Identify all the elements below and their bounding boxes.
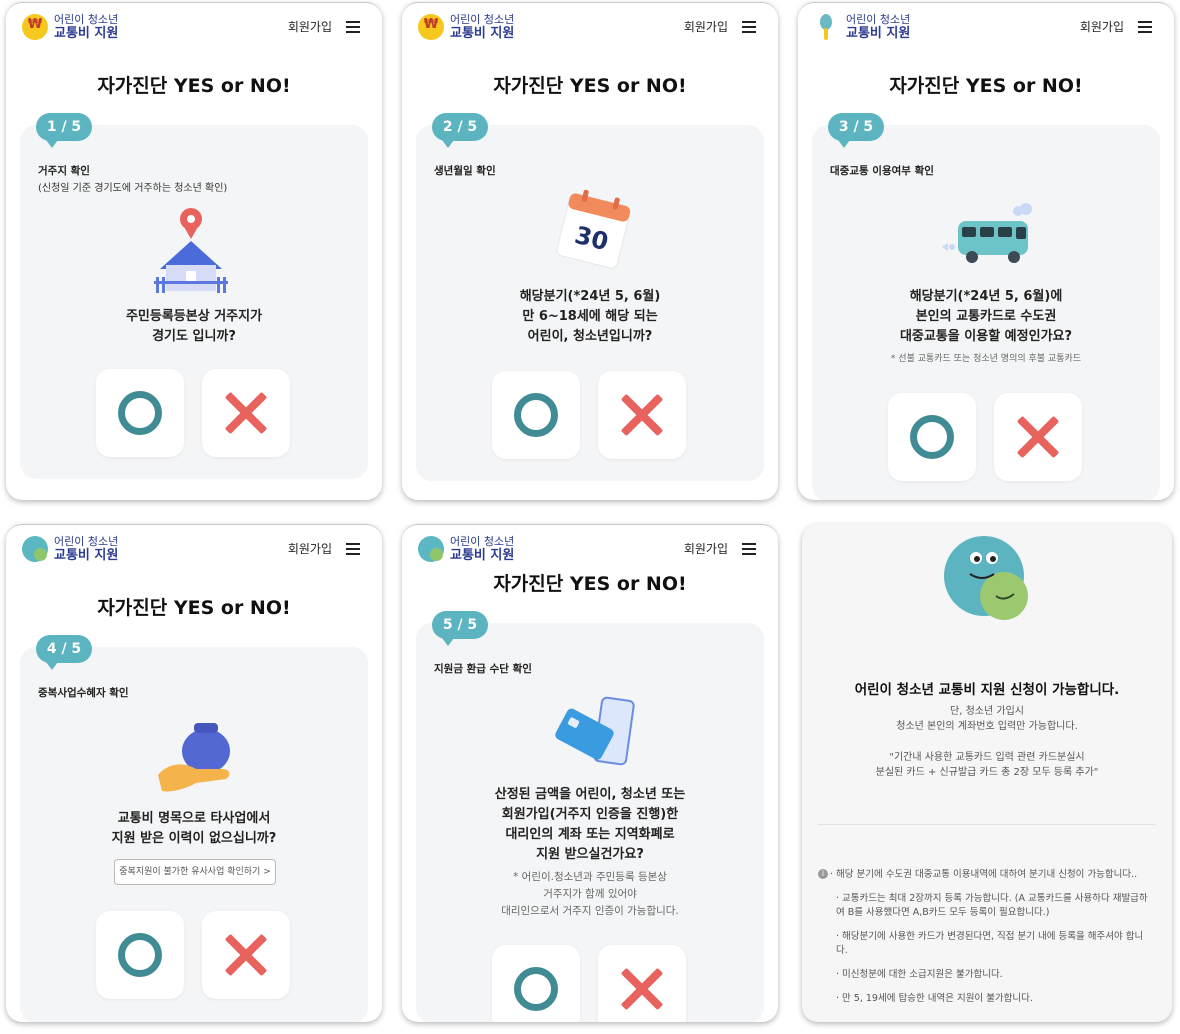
result-note: 단, 청소년 가입시 청소년 본인의 계좌번호 입력만 가능합니다. [896,706,1078,732]
logo-line2: 교통비 지원 [54,548,119,563]
panel-result: 어린이 청소년 교통비 지원 신청이 가능합니다. 단, 청소년 가입시 청소년 … [802,524,1172,1022]
join-link[interactable]: 회원가입 [684,18,728,35]
mascot-icon [944,536,1028,620]
question-label: 대중교통 이용여부 확인 [830,165,934,177]
no-button[interactable] [202,369,290,457]
logo-line1: 어린이 청소년 [450,535,515,548]
panel-step-2: ₩ 어린이 청소년 교통비 지원 회원가입 자가진단 YES or NO! 생년… [402,2,778,500]
logo-line1: 어린이 청소년 [54,13,119,26]
question-card: 대중교통 이용여부 확인 해당분기(*24년 5, 6월)에 본인의 교통카드로 … [812,125,1160,500]
logo[interactable]: ₩ 어린이 청소년 교통비 지원 [22,13,132,43]
no-button[interactable] [994,393,1082,481]
question-text: 주민등록등본상 거주지가 경기도 입니까? [125,309,263,344]
header: 어린이 청소년 교통비 지원 회원가입 [6,525,382,571]
page-title: 자가진단 YES or NO! [97,597,291,619]
page-title: 자가진단 YES or NO! [493,573,687,595]
yes-button[interactable] [492,945,580,1022]
join-link[interactable]: 회원가입 [288,540,332,557]
logo-line1: 어린이 청소년 [54,535,119,548]
question-card: 생년월일 확인 30 해당분기(*24년 5, 6월) 만 6~18세에 해당 되… [416,125,764,481]
question-sublabel: (신청일 기준 경기도에 거주하는 청소년 확인) [38,183,228,194]
logo-line1: 어린이 청소년 [450,13,515,26]
header: 어린이 청소년 교통비 지원 회원가입 [402,525,778,571]
question-note: * 어린이.청소년과 주민등록 등본상 거주지가 함께 있어야 대리인으로서 거주지… [501,871,679,917]
hamburger-menu-icon[interactable] [346,21,360,33]
no-button[interactable] [598,945,686,1022]
panel-step-1: ₩ 어린이 청소년 교통비 지원 회원가입 자가진단 YES or NO! 거주… [6,2,382,500]
info-item: · 해당 분기에 수도권 대중교통 이용내역에 대하여 분기내 신청이 가능합니… [830,869,1138,880]
yes-button[interactable] [492,371,580,459]
question-text: 해당분기(*24년 5, 6월)에 본인의 교통카드로 수도권 대중교통을 이용할 … [899,289,1073,344]
panel-step-3: 어린이 청소년 교통비 지원 회원가입 자가진단 YES or NO! 대중교통… [798,2,1174,500]
yes-button[interactable] [888,393,976,481]
calendar-icon: 30 [556,189,631,269]
step-badge: 1 / 5 [36,113,92,148]
divider [818,824,1156,825]
mascot-logo-icon [418,536,444,562]
logo[interactable]: 어린이 청소년 교통비 지원 [814,13,924,43]
question-label: 생년월일 확인 [434,165,496,177]
money-bag-hand-icon [158,723,230,792]
info-item: · 미신청분에 대한 소급지원은 불가합니다. [836,969,1003,980]
page-title: 자가진단 YES or NO! [97,75,291,97]
logo[interactable]: 어린이 청소년 교통비 지원 [418,535,528,565]
yes-button[interactable] [96,369,184,457]
hamburger-menu-icon[interactable] [742,21,756,33]
hamburger-menu-icon[interactable] [1138,21,1152,33]
question-card: 중복사업수혜자 확인 교통비 명목으로 타사업에서 지원 받은 이력이 없으십니까… [20,647,368,1022]
yes-button[interactable] [96,911,184,999]
step-badge: 4 / 5 [36,635,92,670]
question-note: * 선불 교통카드 또는 청소년 명의의 후불 교통카드 [890,354,1082,364]
logo[interactable]: 어린이 청소년 교통비 지원 [22,535,132,565]
logo-line2: 교통비 지원 [450,26,515,41]
no-button[interactable] [598,371,686,459]
coin-logo-icon: ₩ [418,14,444,40]
step-badge: 5 / 5 [432,611,488,646]
header: 어린이 청소년 교통비 지원 회원가입 [798,3,1174,49]
header: ₩ 어린이 청소년 교통비 지원 회원가입 [402,3,778,49]
join-link[interactable]: 회원가입 [684,540,728,557]
question-text: 산정된 금액을 어린이, 청소년 또는 회원가입(거주지 인증을 진행)한 대리인의… [494,787,686,862]
card-phone-icon [555,696,635,766]
mascot-logo-icon [22,536,48,562]
question-card: 거주지 확인 (신청일 기준 경기도에 거주하는 청소년 확인) 주민등록등본상… [20,125,368,479]
step-badge: 3 / 5 [828,113,884,148]
join-link[interactable]: 회원가입 [1080,18,1124,35]
info-icon: i [818,869,828,879]
logo-line2: 교통비 지원 [450,548,515,563]
logo-line1: 어린이 청소년 [846,13,911,26]
question-text: 해당분기(*24년 5, 6월) 만 6~18세에 해당 되는 어린이, 청소년입니… [519,289,661,344]
logo-line2: 교통비 지원 [846,26,911,41]
header: ₩ 어린이 청소년 교통비 지원 회원가입 [6,3,382,49]
question-label: 지원금 환급 수단 확인 [434,663,532,675]
hamburger-menu-icon[interactable] [346,543,360,555]
question-text: 교통비 명목으로 타사업에서 지원 받은 이력이 없으십니까? [111,811,277,846]
similar-program-link-button[interactable]: 중복지원이 불가한 유사사업 확인하기 > [114,859,276,885]
step-badge: 2 / 5 [432,113,488,148]
panel-step-4: 어린이 청소년 교통비 지원 회원가입 자가진단 YES or NO! 중복사업… [6,524,382,1022]
panel-step-5: 어린이 청소년 교통비 지원 회원가입 자가진단 YES or NO! 지원금 … [402,524,778,1022]
page-title: 자가진단 YES or NO! [889,75,1083,97]
hamburger-menu-icon[interactable] [742,543,756,555]
info-list: i · 해당 분기에 수도권 대중교통 이용내역에 대하여 분기내 신청이 가능… [818,868,1152,1006]
info-item: · 교통카드는 최대 2장까지 등록 가능합니다. (A 교통카드를 사용하다 … [836,893,1148,918]
house-location-icon [154,208,228,293]
join-link[interactable]: 회원가입 [288,18,332,35]
question-card: 지원금 환급 수단 확인 산정된 금액을 어린이, 청소년 또는 회원가입(거주지… [416,623,764,1022]
result-title: 어린이 청소년 교통비 지원 신청이 가능합니다. [854,682,1120,698]
bus-icon [942,203,1032,263]
question-label: 중복사업수혜자 확인 [38,687,129,699]
pin-logo-icon [814,14,840,40]
logo-line2: 교통비 지원 [54,26,119,41]
question-label: 거주지 확인 [38,165,90,177]
result-quote: "기간내 사용한 교통카드 입력 관련 카드분실시 분실된 카드 + 신규발급 카… [875,752,1099,778]
info-item: · 해당분기에 사용한 카드가 변경된다면, 직접 분기 내에 등록을 해주셔야… [836,931,1144,956]
logo[interactable]: ₩ 어린이 청소년 교통비 지원 [418,13,528,43]
coin-logo-icon: ₩ [22,14,48,40]
info-item: · 만 5, 19세에 탑승한 내역은 지원이 불가합니다. [836,993,1033,1004]
page-title: 자가진단 YES or NO! [493,75,687,97]
no-button[interactable] [202,911,290,999]
